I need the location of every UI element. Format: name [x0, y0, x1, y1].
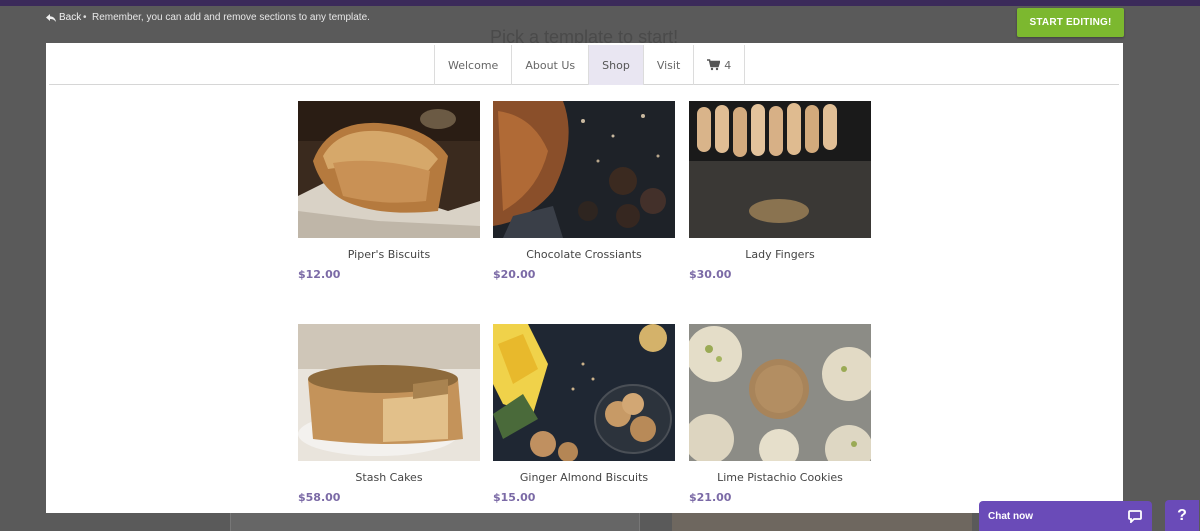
template-preview-modal: Welcome About Us Shop Visit 4 Piper's Bi… — [46, 43, 1123, 513]
product-name[interactable]: Lady Fingers — [689, 248, 871, 261]
nav-item-about-us[interactable]: About Us — [511, 45, 588, 85]
nav-item-cart[interactable]: 4 — [693, 45, 746, 85]
chocolate-croissant-photo[interactable] — [493, 101, 675, 238]
product-price: $30.00 — [689, 268, 732, 281]
template-hint: Remember, you can add and remove section… — [92, 12, 370, 23]
help-button[interactable]: ? — [1165, 500, 1199, 531]
editor-topbar: Back • Remember, you can add and remove … — [0, 6, 1200, 37]
chat-label: Chat now — [988, 510, 1033, 522]
lady-fingers-photo[interactable] — [689, 101, 871, 238]
shopping-cart-icon — [707, 59, 721, 71]
cake-slice-photo[interactable] — [298, 324, 480, 461]
product-name[interactable]: Ginger Almond Biscuits — [493, 471, 675, 484]
start-editing-button[interactable]: START EDITING! — [1017, 8, 1124, 37]
pistachio-cookies-photo[interactable] — [689, 324, 871, 461]
product-card: Lady Fingers $30.00 — [689, 101, 871, 281]
nav-item-shop[interactable]: Shop — [588, 45, 643, 85]
bread-loaf-photo[interactable] — [298, 101, 480, 238]
back-label: Back — [59, 12, 82, 23]
back-arrow-icon — [46, 13, 56, 22]
nav-item-visit[interactable]: Visit — [642, 45, 693, 85]
product-name[interactable]: Stash Cakes — [298, 471, 480, 484]
product-name[interactable]: Piper's Biscuits — [298, 248, 480, 261]
product-name[interactable]: Chocolate Crossiants — [493, 248, 675, 261]
cart-count: 4 — [724, 58, 732, 72]
product-price: $21.00 — [689, 491, 732, 504]
chat-bubble-icon — [1128, 510, 1142, 523]
product-card: Piper's Biscuits $12.00 — [298, 101, 480, 281]
back-link[interactable]: Back — [46, 12, 81, 23]
product-card: Ginger Almond Biscuits $15.00 — [493, 324, 675, 504]
product-card: Chocolate Crossiants $20.00 — [493, 101, 675, 281]
site-nav: Welcome About Us Shop Visit 4 — [49, 43, 1119, 85]
product-price: $58.00 — [298, 491, 341, 504]
nav-item-welcome[interactable]: Welcome — [434, 45, 511, 85]
product-price: $12.00 — [298, 268, 341, 281]
background-template-card — [230, 512, 640, 531]
almond-biscuits-photo[interactable] — [493, 324, 675, 461]
chat-now-button[interactable]: Chat now — [979, 501, 1152, 531]
product-card: Lime Pistachio Cookies $21.00 — [689, 324, 871, 504]
separator-dot: • — [83, 12, 87, 23]
background-template-image — [672, 512, 972, 531]
product-name[interactable]: Lime Pistachio Cookies — [689, 471, 871, 484]
product-card: Stash Cakes $58.00 — [298, 324, 480, 504]
product-price: $15.00 — [493, 491, 536, 504]
product-price: $20.00 — [493, 268, 536, 281]
